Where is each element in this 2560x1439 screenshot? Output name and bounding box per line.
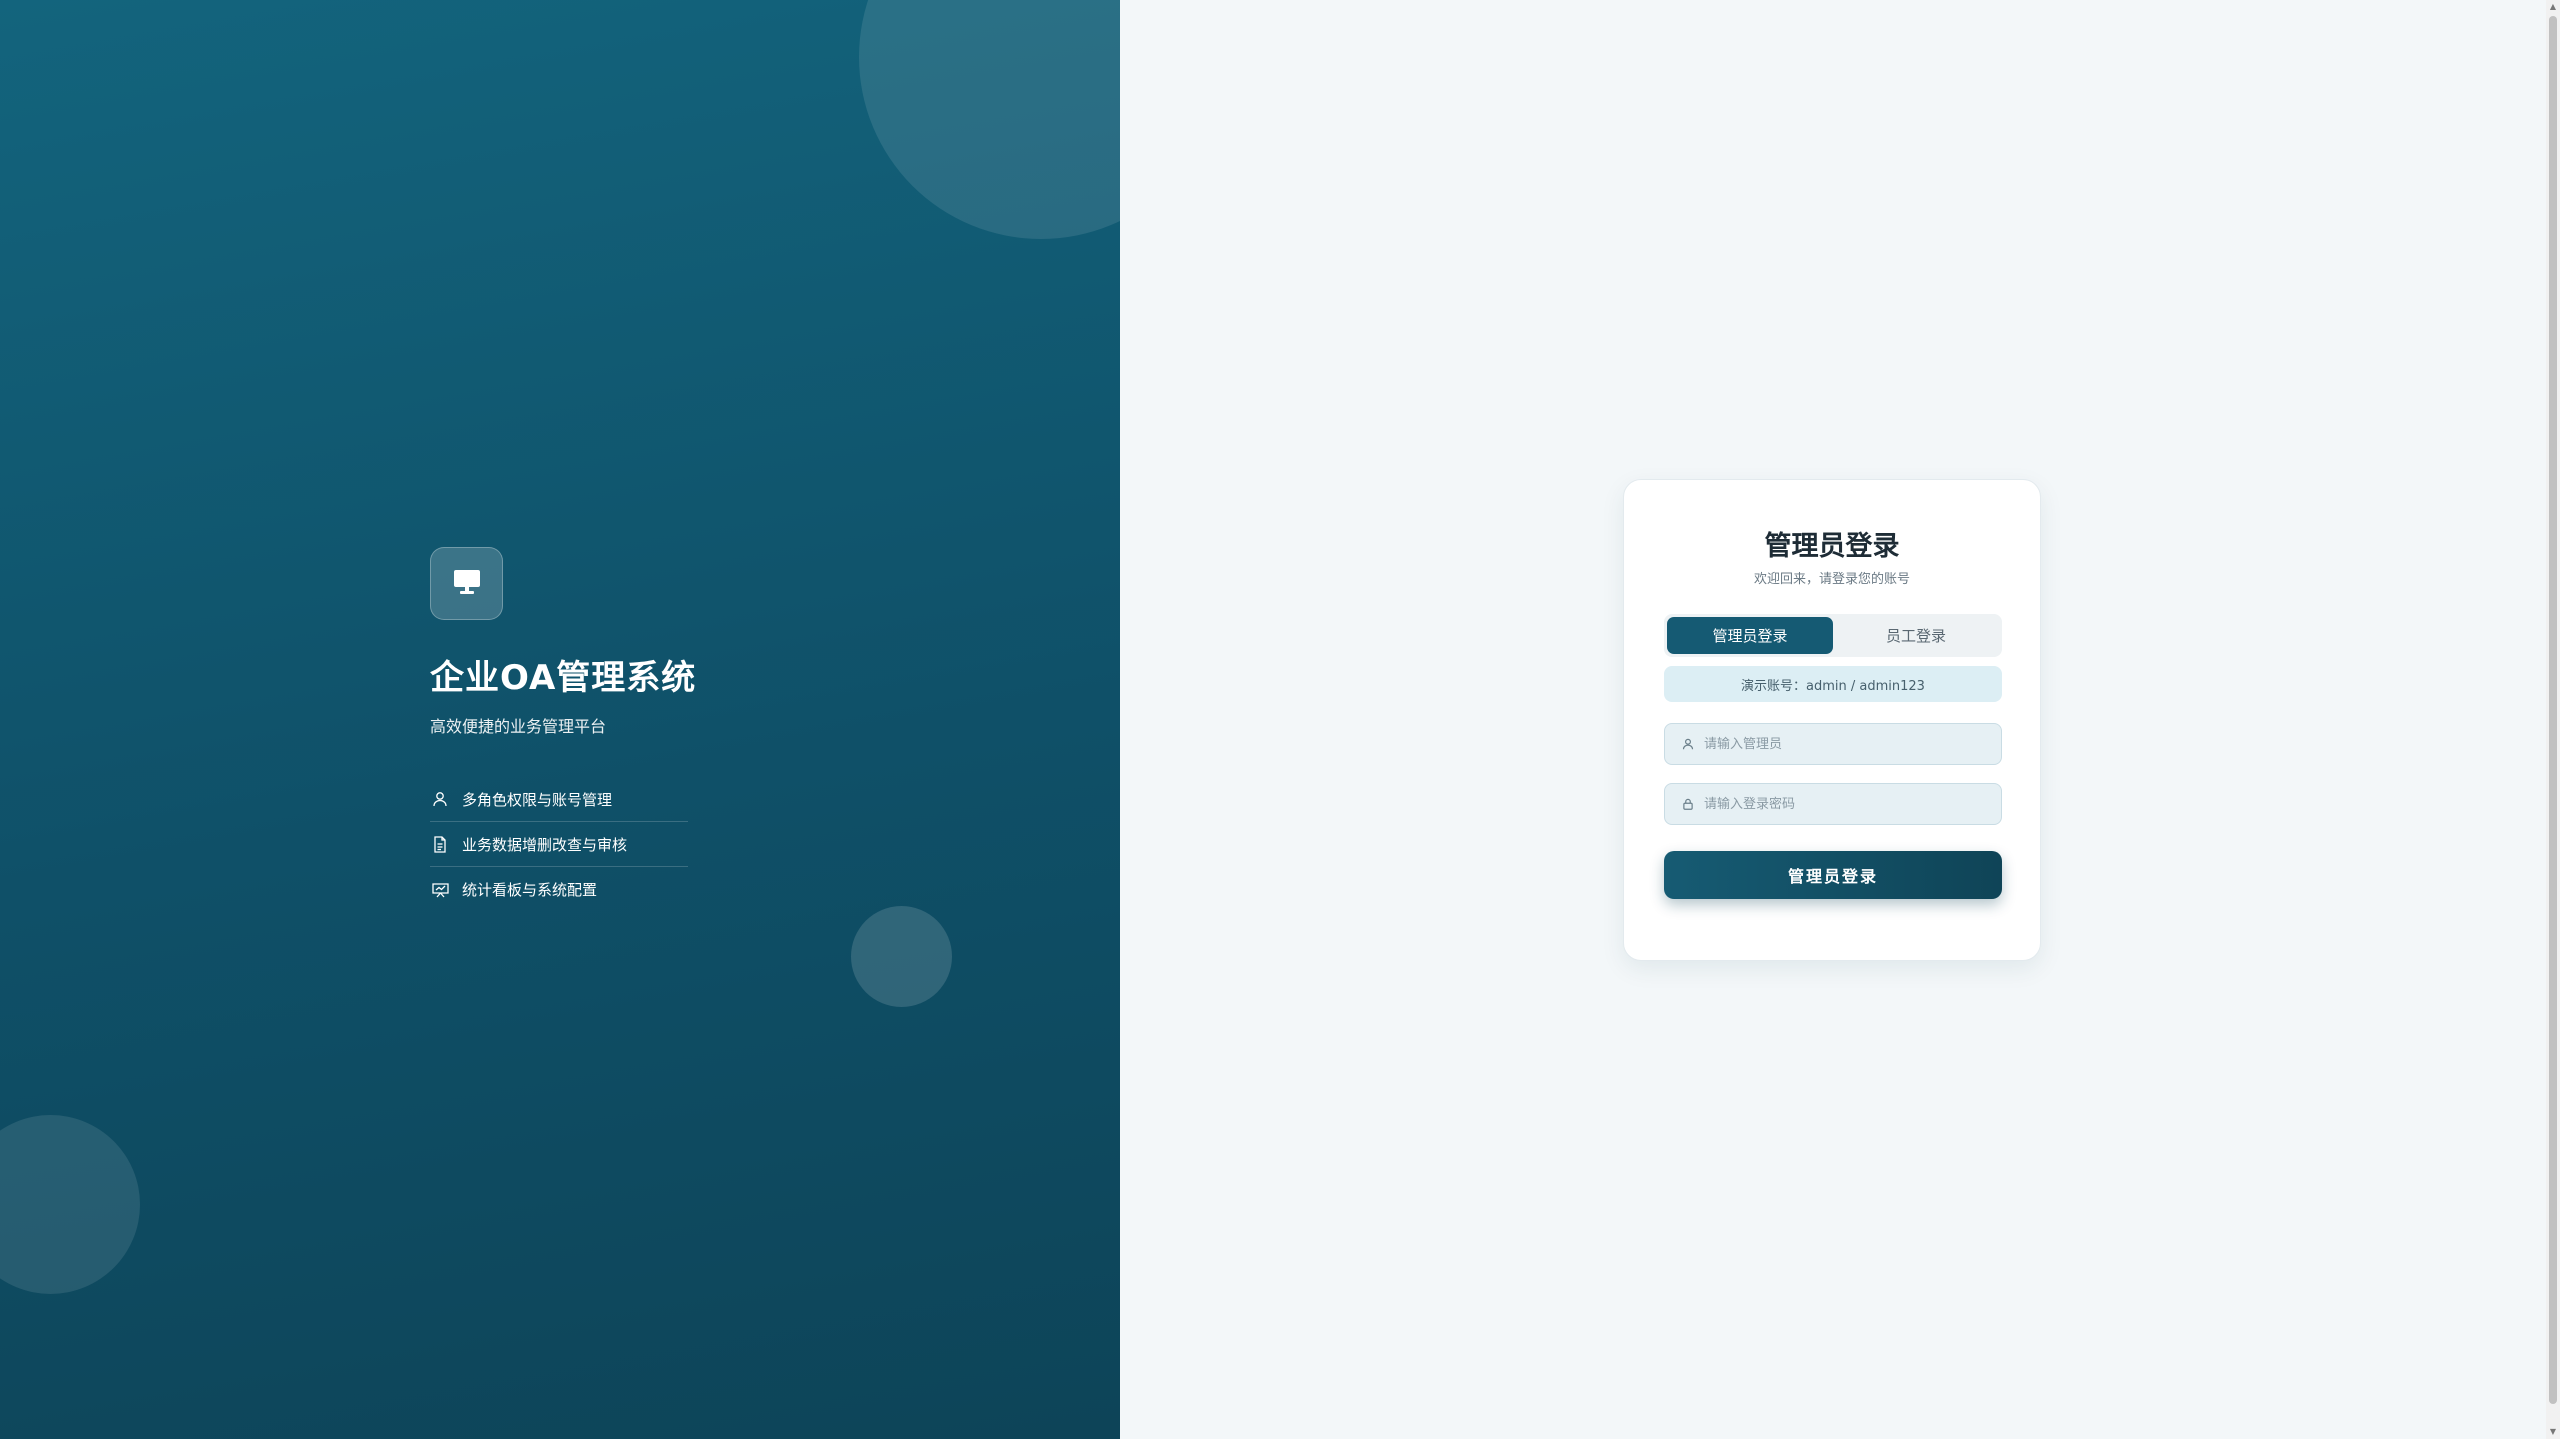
feature-item-accounts: 多角色权限与账号管理 (430, 777, 688, 822)
scroll-up-icon[interactable]: ▲ (2548, 2, 2558, 12)
feature-item-dashboard: 统计看板与系统配置 (430, 867, 688, 912)
lock-icon (1681, 797, 1695, 811)
demo-account-hint: 演示账号：admin / admin123 (1664, 666, 2002, 702)
password-field[interactable] (1664, 783, 2002, 825)
username-field[interactable] (1664, 723, 2002, 765)
login-title: 管理员登录 (1764, 531, 1900, 562)
tab-admin-login[interactable]: 管理员登录 (1667, 617, 1833, 654)
scroll-thumb[interactable] (2549, 16, 2557, 1404)
decor-circle-bottom (0, 1115, 140, 1294)
scroll-down-icon[interactable]: ▼ (2548, 1427, 2558, 1437)
user-icon (430, 789, 450, 809)
brand-logo (430, 547, 503, 620)
monitor-icon (453, 569, 481, 599)
login-role-tabs: 管理员登录 员工登录 (1664, 614, 2002, 657)
feature-label: 业务数据增删改查与审核 (462, 835, 628, 854)
tab-employee-login[interactable]: 员工登录 (1833, 617, 1999, 654)
chart-board-icon (430, 880, 450, 900)
page-scrollbar[interactable]: ▲ ▼ (2546, 0, 2560, 1439)
feature-list: 多角色权限与账号管理 业务数据增删改查与审核 统计看板与系统配置 (430, 777, 688, 912)
feature-label: 统计看板与系统配置 (462, 881, 598, 899)
login-area: 管理员登录 欢迎回来，请登录您的账号 管理员登录 员工登录 演示账号：admin… (1120, 0, 2560, 1439)
document-icon (430, 834, 450, 854)
login-page: 企业OA管理系统 高效便捷的业务管理平台 多角色权限与账号管理 业务数据增删改查… (0, 0, 2560, 1439)
user-icon (1681, 737, 1695, 751)
feature-item-data: 业务数据增删改查与审核 (430, 822, 688, 867)
login-card: 管理员登录 欢迎回来，请登录您的账号 管理员登录 员工登录 演示账号：admin… (1623, 479, 2041, 961)
admin-login-button[interactable]: 管理员登录 (1664, 851, 2002, 899)
brand-content: 企业OA管理系统 高效便捷的业务管理平台 多角色权限与账号管理 业务数据增删改查… (430, 547, 697, 912)
brand-title: 企业OA管理系统 (430, 658, 697, 698)
decor-circle-top (859, 0, 1120, 239)
brand-subtitle: 高效便捷的业务管理平台 (430, 717, 607, 736)
login-subtitle: 欢迎回来，请登录您的账号 (1753, 572, 1910, 587)
brand-panel: 企业OA管理系统 高效便捷的业务管理平台 多角色权限与账号管理 业务数据增删改查… (0, 0, 1120, 1439)
feature-label: 多角色权限与账号管理 (462, 790, 613, 809)
password-input[interactable] (1704, 784, 2001, 824)
decor-circle-middle (851, 906, 952, 1007)
username-input[interactable] (1704, 724, 2001, 764)
